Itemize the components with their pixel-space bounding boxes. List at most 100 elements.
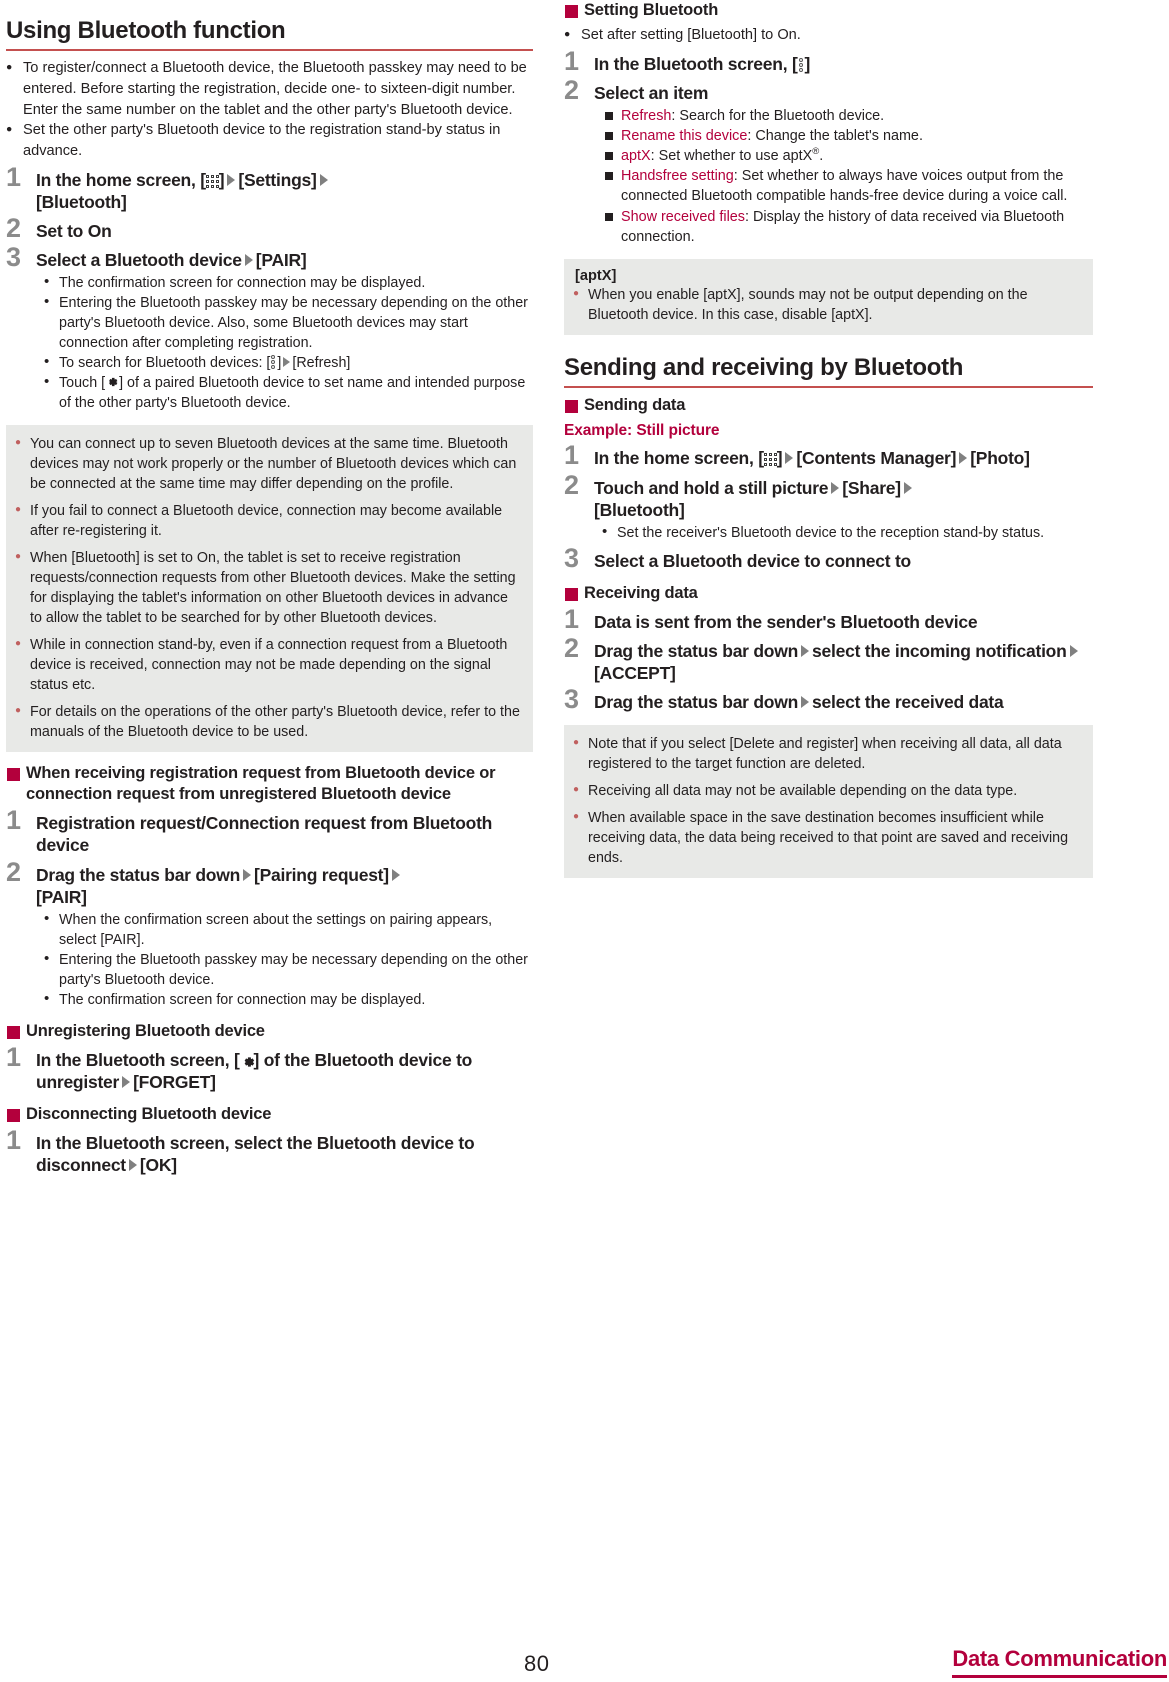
step-text: In the home screen, [] [Settings] [Bluetoo… — [36, 169, 533, 213]
page-footer: 80 Data Communication — [0, 1628, 1169, 1682]
arrow-separator-icon — [801, 644, 810, 657]
step-number: 1 — [6, 805, 22, 836]
note-list: Note that if you select [Delete and regi… — [573, 733, 1082, 868]
note-list: When you enable [aptX], sounds may not b… — [573, 284, 1082, 325]
setting-bullet-list: Set after setting [Bluetooth] to On. — [564, 24, 1093, 46]
list-item: To search for Bluetooth devices: [][Refr… — [44, 352, 533, 373]
step-2-select-item: 2 Select an item Refresh: Search for the… — [564, 76, 1093, 247]
step-number: 3 — [564, 683, 580, 714]
step-number: 1 — [564, 45, 580, 76]
step-1-data-sent: 1 Data is sent from the sender's Bluetoo… — [564, 605, 1093, 633]
section-heading-setting-bluetooth: Setting Bluetooth — [564, 0, 1093, 21]
step-3-sub-list: The confirmation screen for connection m… — [36, 272, 533, 413]
arrow-separator-icon — [122, 1075, 131, 1088]
list-item: Entering the Bluetooth passkey may be ne… — [44, 949, 533, 990]
step-text: Set to On — [36, 220, 112, 241]
arrow-separator-icon — [959, 452, 968, 465]
left-column: Using Bluetooth function To register/con… — [6, 0, 533, 1176]
list-item: Entering the Bluetooth passkey may be ne… — [44, 292, 533, 353]
menu-item-label: Refresh — [621, 107, 672, 124]
list-item: The confirmation screen for connection m… — [44, 272, 533, 293]
section-heading-disconnecting: Disconnecting Bluetooth device — [6, 1104, 533, 1125]
step-1: 1 In the home screen, [] [Settings] [Bluet… — [6, 163, 533, 213]
menu-item-label: Rename this device — [621, 128, 748, 144]
page-number: 80 — [524, 1651, 550, 1676]
list-item: When you enable [aptX], sounds may not b… — [573, 284, 1082, 325]
step-number: 3 — [564, 542, 580, 573]
step-2-sub-list: Set the receiver's Bluetooth device to t… — [594, 522, 1093, 543]
step-text: Drag the status bar down select the recei… — [594, 691, 1004, 712]
list-item-handsfree-setting: Handsfree setting: Set whether to always… — [604, 166, 1093, 206]
menu-item-label: Show received files — [621, 208, 745, 225]
page-title: Using Bluetooth function — [6, 16, 533, 52]
list-item: Touch [] of a paired Bluetooth device to… — [44, 372, 533, 413]
step-1-home-screen: 1 In the home screen, [] [Contents Manage… — [564, 442, 1093, 469]
section-heading-receiving-request: When receiving registration request from… — [6, 763, 533, 805]
list-item-show-received-files: Show received files: Display the history… — [604, 207, 1093, 247]
step-number: 3 — [6, 241, 22, 272]
list-item: Set the receiver's Bluetooth device to t… — [602, 522, 1093, 543]
arrow-separator-icon — [801, 695, 810, 708]
arrow-separator-icon — [319, 173, 328, 186]
step-text: Select a Bluetooth device [PAIR] — [36, 249, 307, 270]
step-number: 2 — [564, 74, 580, 105]
step-2-share-picture: 2 Touch and hold a still picture [Share][… — [564, 471, 1093, 543]
note-list: You can connect up to seven Bluetooth de… — [15, 433, 522, 742]
list-item: For details on the operations of the oth… — [15, 701, 522, 742]
step-text: Data is sent from the sender's Bluetooth… — [594, 611, 978, 632]
list-item: When [Bluetooth] is set to On, the table… — [15, 547, 522, 628]
section-heading-unregistering: Unregistering Bluetooth device — [6, 1021, 533, 1042]
step-number: 2 — [564, 469, 580, 500]
list-item: When available space in the save destina… — [573, 807, 1082, 868]
list-item: To register/connect a Bluetooth device, … — [6, 57, 533, 120]
list-item: Note that if you select [Delete and regi… — [573, 733, 1082, 774]
right-column: Setting Bluetooth Set after setting [Blu… — [564, 0, 1093, 879]
note-box-aptx: [aptX] When you enable [aptX], sounds ma… — [564, 258, 1093, 335]
list-item: While in connection stand-by, even if a … — [15, 634, 522, 695]
gear-icon — [240, 1054, 254, 1068]
arrow-separator-icon — [244, 253, 253, 266]
step-1-unregister: 1 In the Bluetooth screen, [] of the Blu… — [6, 1043, 533, 1093]
step-text: Drag the status bar down [Pairing request… — [36, 864, 533, 908]
step-number: 2 — [6, 856, 22, 887]
section-heading-sending-data: Sending data — [564, 395, 1093, 416]
step-2-drag-status-bar: 2 Drag the status bar down [Pairing reque… — [6, 858, 533, 1010]
list-item-aptx: aptX: Set whether to use aptX®. — [604, 146, 1093, 166]
list-item-rename-device: Rename this device: Change the tablet's … — [604, 126, 1093, 146]
app-drawer-grid-icon — [763, 453, 777, 467]
step-text: Touch and hold a still picture [Share] [Bl… — [594, 477, 1093, 521]
arrow-separator-icon — [903, 481, 912, 494]
step-number: 1 — [6, 1041, 22, 1072]
step-3-select-device: 3 Select a Bluetooth device to connect t… — [564, 544, 1093, 572]
app-drawer-grid-icon — [205, 174, 219, 188]
intro-bullet-list: To register/connect a Bluetooth device, … — [6, 57, 533, 161]
list-item: Set after setting [Bluetooth] to On. — [564, 24, 1093, 46]
note-title: [aptX] — [575, 267, 617, 284]
arrow-separator-icon — [128, 1159, 137, 1172]
step-1-bluetooth-screen: 1 In the Bluetooth screen, [] — [564, 47, 1093, 75]
section-tab: Data Communication — [952, 1646, 1167, 1678]
step-number: 1 — [564, 440, 580, 471]
arrow-separator-icon — [243, 868, 252, 881]
list-item: If you fail to connect a Bluetooth devic… — [15, 500, 522, 541]
step-2-sub-list: When the confirmation screen about the s… — [36, 909, 533, 1010]
step-number: 2 — [564, 632, 580, 663]
page-title-sending-receiving: Sending and receiving by Bluetooth — [564, 353, 1093, 389]
step-number: 2 — [6, 212, 22, 243]
overflow-menu-icon — [798, 57, 805, 72]
step-3: 3 Select a Bluetooth device[PAIR] The co… — [6, 243, 533, 413]
step-text: In the Bluetooth screen, select the Blue… — [36, 1132, 475, 1176]
step-text: Select an item — [594, 82, 709, 103]
step-text: In the Bluetooth screen, [] — [594, 53, 811, 74]
step-2: 2 Set to On — [6, 214, 533, 242]
step-1-registration-request: 1 Registration request/Connection reques… — [6, 807, 533, 856]
step-number: 1 — [564, 603, 580, 634]
arrow-separator-icon — [283, 356, 291, 367]
note-box-connection: You can connect up to seven Bluetooth de… — [6, 424, 533, 753]
list-item: You can connect up to seven Bluetooth de… — [15, 433, 522, 494]
list-item: Receiving all data may not be available … — [573, 780, 1082, 801]
step-3-select-received-data: 3 Drag the status bar down select the rec… — [564, 685, 1093, 713]
step-number: 1 — [6, 1124, 22, 1155]
gear-icon — [105, 375, 119, 389]
arrow-separator-icon — [785, 452, 794, 465]
